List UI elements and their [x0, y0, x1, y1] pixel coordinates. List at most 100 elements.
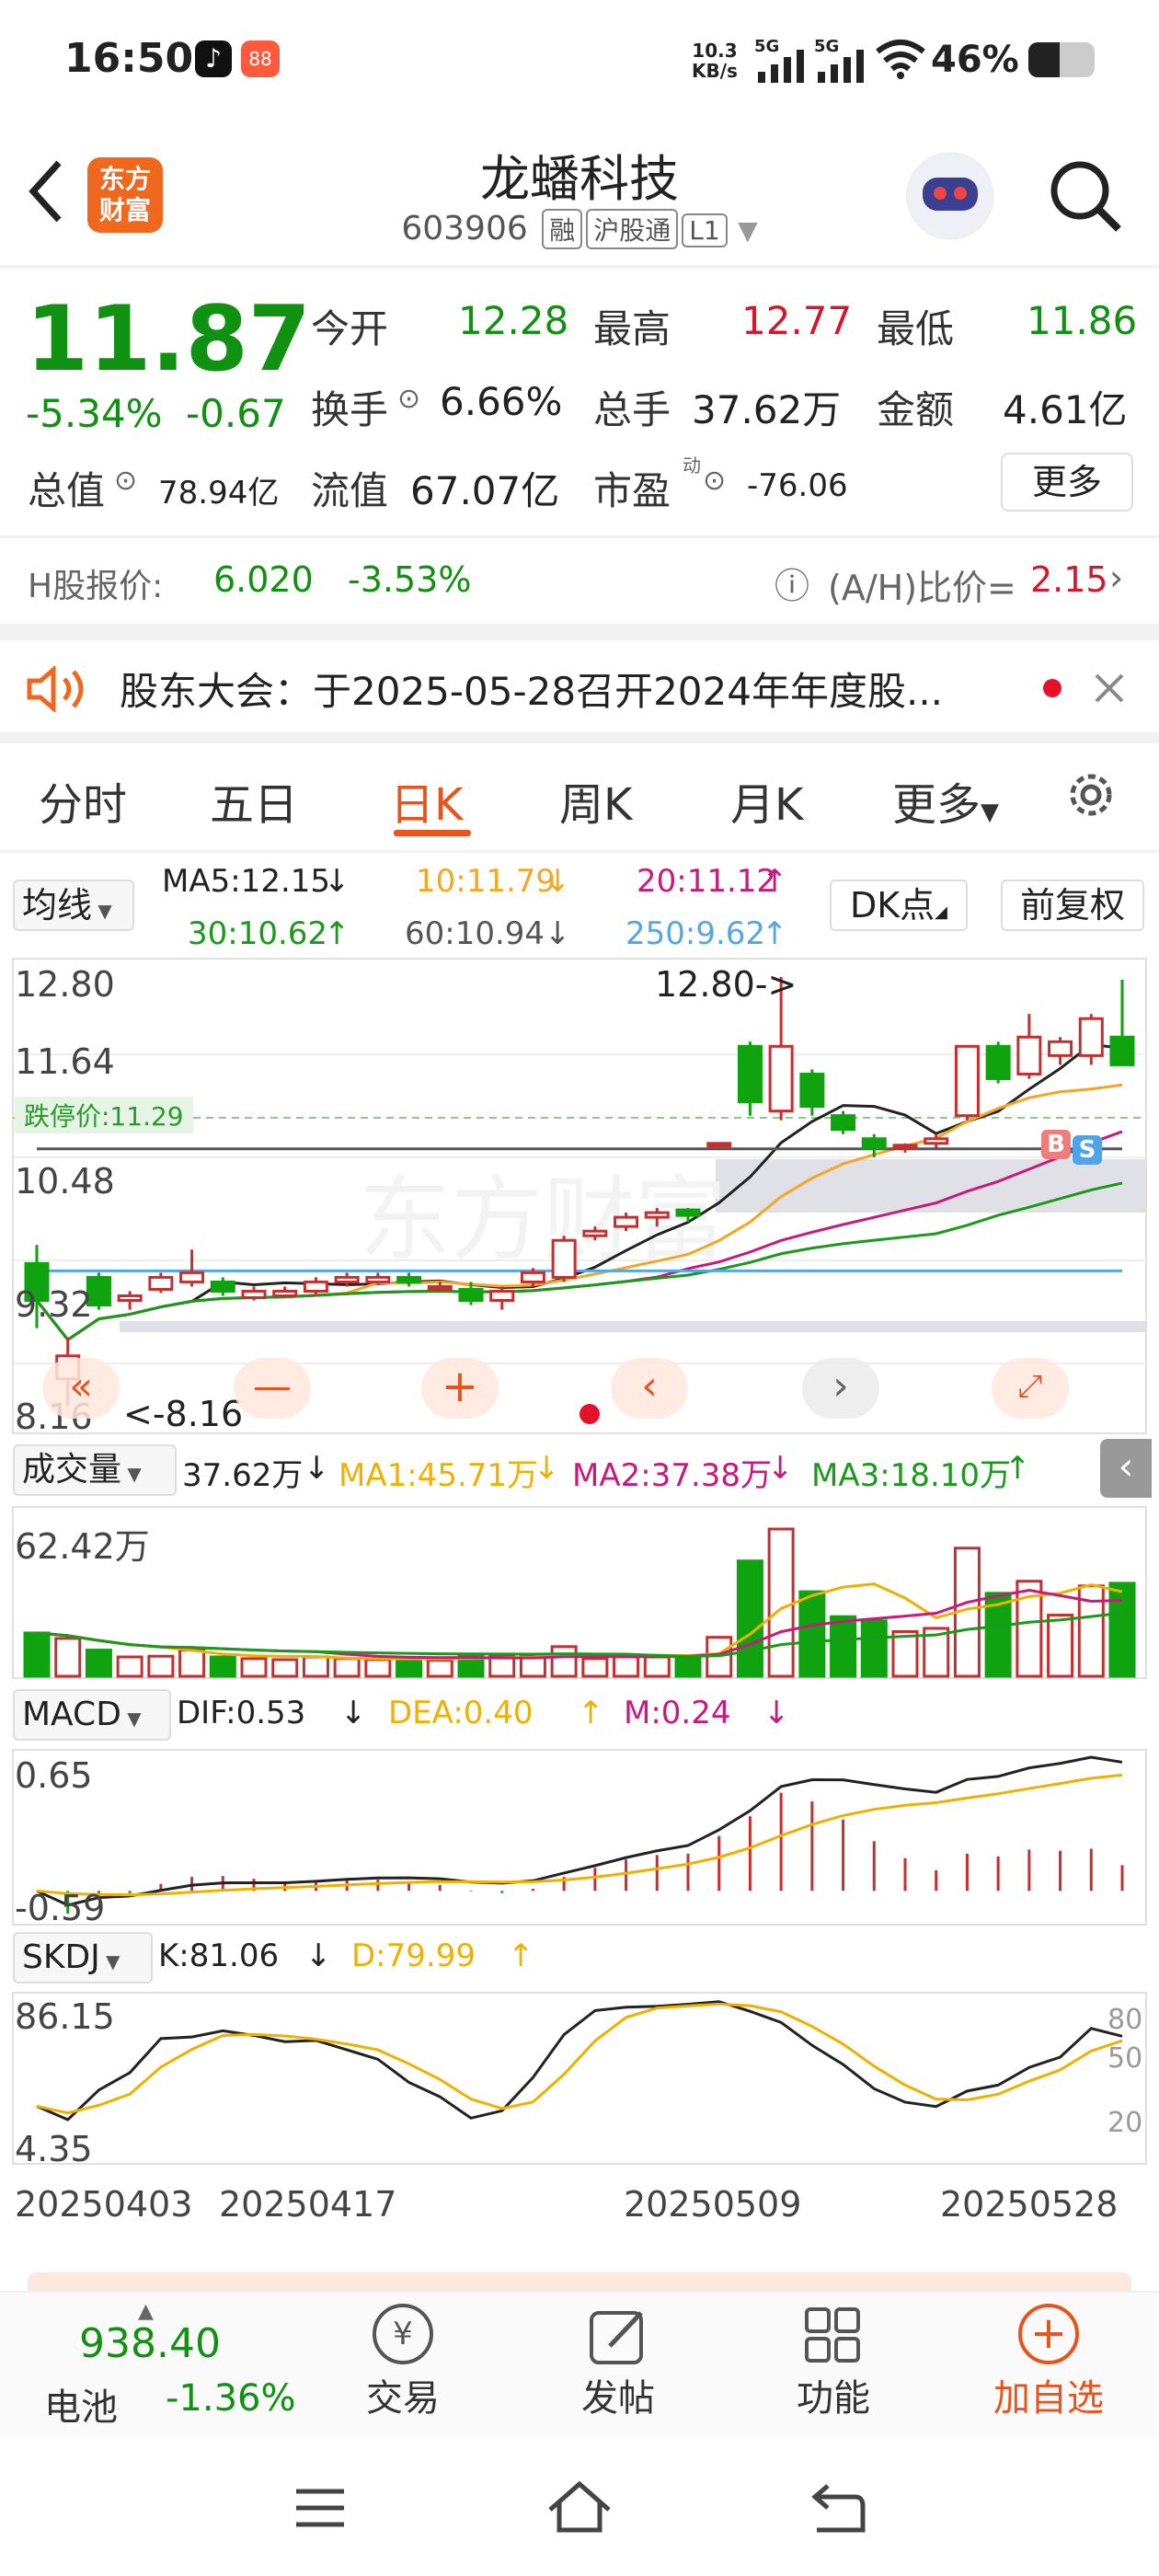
info-icon[interactable]: ⊙ — [703, 465, 726, 497]
volume-bar — [23, 1631, 51, 1678]
ma-selector[interactable]: 均线 ▼ — [13, 880, 134, 931]
page-dot — [580, 1404, 600, 1424]
tag-margin: 融 — [542, 209, 583, 249]
speaker-icon — [27, 666, 84, 712]
search-icon[interactable] — [1047, 157, 1124, 235]
divider — [0, 535, 1159, 538]
limit-down-label: 跌停价:11.29 — [15, 1097, 193, 1133]
y-label-2: 10.48 — [15, 1161, 115, 1202]
add-watchlist-button[interactable]: + 加自选 — [975, 2300, 1122, 2429]
menu-icon[interactable] — [293, 2486, 348, 2530]
trade-icon: ¥ — [373, 2304, 433, 2364]
trade-button[interactable]: ¥ 交易 — [329, 2300, 476, 2429]
vol-ma3: MA3:18.10万 — [811, 1457, 1012, 1494]
dropdown-icon: ▼ — [121, 1463, 142, 1485]
candle — [334, 1275, 360, 1283]
tab-weekly-k[interactable]: 周K — [559, 768, 632, 833]
ad-banner-edge — [28, 2272, 1131, 2291]
grid-icon — [805, 2307, 860, 2363]
candle — [1048, 1040, 1073, 1057]
chip-band — [120, 1321, 1146, 1332]
robot-avatar-icon[interactable] — [906, 152, 994, 240]
volume-bar — [364, 1658, 392, 1678]
divider — [0, 265, 1159, 269]
move-left-button[interactable]: ‹ — [611, 1358, 688, 1419]
tab-more[interactable]: 更多▼ — [892, 768, 999, 833]
scroll-first-button[interactable]: « — [42, 1358, 120, 1419]
amount-value: 4.61亿 — [1003, 387, 1128, 432]
kline-chart[interactable]: 东方财富 — [0, 957, 1159, 1435]
close-icon[interactable] — [1093, 672, 1126, 705]
home-icon[interactable] — [546, 2478, 613, 2534]
question-icon[interactable]: ⓘ — [775, 558, 809, 608]
back-nav-icon[interactable] — [808, 2482, 866, 2534]
skdj-y-top: 86.15 — [15, 1996, 115, 2037]
status-time: 16:50 — [64, 35, 194, 82]
divider — [0, 624, 1159, 640]
change-percent: -5.34% — [26, 391, 163, 436]
macd-y-top: 0.65 — [15, 1755, 93, 1796]
candle — [831, 1114, 856, 1132]
h-share-row[interactable]: H股报价: 6.020 -3.53% ⓘ (A/H)比价= 2.15 › — [0, 552, 1159, 616]
candle — [365, 1275, 391, 1283]
open-label: 今开 — [311, 306, 389, 351]
candle — [706, 1142, 732, 1148]
gear-icon[interactable] — [1061, 765, 1120, 824]
candle — [179, 1271, 205, 1283]
candle — [892, 1144, 918, 1150]
post-button[interactable]: 发帖 — [545, 2300, 692, 2429]
pe-label: 市盈 — [593, 468, 671, 513]
vol-ma1: MA1:45.71万 — [339, 1457, 539, 1494]
ma-selector-label: 均线 — [22, 885, 93, 926]
macd-dea: DEA:0.40 — [388, 1695, 534, 1731]
info-icon[interactable]: ⊙ — [114, 465, 137, 497]
function-button[interactable]: 功能 — [760, 2300, 907, 2429]
skdj-d: D:79.99 — [351, 1938, 476, 1974]
index-value: 938.40 — [79, 2320, 221, 2367]
candle — [614, 1215, 639, 1228]
volume-selector[interactable]: 成交量 ▼ — [13, 1444, 177, 1496]
tab-daily-k[interactable]: 日K — [390, 768, 463, 833]
collapse-panel-button[interactable]: ‹ — [1100, 1439, 1152, 1498]
index-widget[interactable]: ▲ 938.40 电池 -1.36% — [18, 2300, 313, 2429]
h-pct: -3.53% — [348, 559, 472, 600]
signal-icon-2: 5G — [814, 37, 864, 83]
volume-bar — [1108, 1581, 1136, 1678]
chevron-down-icon: ▼ — [981, 799, 1000, 826]
candle — [210, 1280, 235, 1293]
volume-arrow: ↓ — [304, 1450, 330, 1487]
tab-5day[interactable]: 五日 — [210, 768, 298, 833]
last-price: 11.87 — [26, 287, 311, 392]
volume-bar — [302, 1655, 329, 1678]
move-right-button[interactable]: › — [802, 1358, 879, 1419]
volume-bar — [860, 1619, 888, 1678]
skdj-selector[interactable]: SKDJ ▼ — [13, 1932, 153, 1984]
volume-value: 37.62万 — [692, 387, 842, 432]
ma10-value: 10:11.79 — [416, 863, 557, 900]
skdj-k-arrow: ↓ — [305, 1938, 332, 1974]
tab-intraday[interactable]: 分时 — [39, 768, 127, 833]
dropdown-icon[interactable]: ▼ — [738, 215, 758, 246]
dk-point-button[interactable]: DK点◢ — [830, 880, 968, 931]
zoom-out-button[interactable]: — — [234, 1358, 311, 1419]
candle — [427, 1284, 453, 1291]
fullscreen-button[interactable]: ⤢ — [992, 1358, 1069, 1419]
candle — [458, 1287, 484, 1303]
ma250-arrow: ↑ — [762, 915, 788, 952]
adjust-button[interactable]: 前复权 — [1001, 880, 1144, 931]
tab-monthly-k[interactable]: 月K — [730, 768, 803, 833]
skdj-d-arrow: ↑ — [508, 1938, 534, 1974]
plus-circle-icon: + — [1018, 2304, 1079, 2364]
date-label-2: 20250509 — [624, 2184, 802, 2225]
macd-selector[interactable]: MACD ▼ — [13, 1689, 171, 1741]
h-label: H股报价: — [28, 568, 164, 605]
volume-bar — [1047, 1614, 1074, 1678]
info-icon[interactable]: ⊙ — [397, 383, 420, 415]
volume-bar — [613, 1655, 640, 1678]
ma20-arrow: ↑ — [762, 863, 788, 900]
more-button[interactable]: 更多 — [1001, 453, 1133, 512]
zoom-in-button[interactable]: + — [421, 1358, 499, 1419]
skdj-chart — [12, 1992, 1147, 2165]
notice-bar[interactable]: 股东大会：于2025-05-28召开2024年年度股... — [0, 640, 1159, 732]
high-marker: 12.80-> — [655, 964, 798, 1005]
